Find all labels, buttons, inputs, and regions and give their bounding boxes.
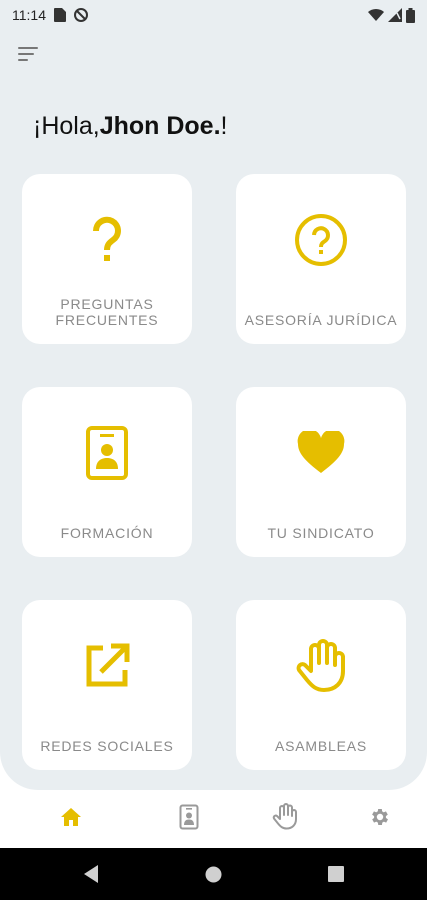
home-icon <box>60 807 82 832</box>
card-label: FORMACIÓN <box>60 525 154 541</box>
wifi-icon <box>368 8 384 22</box>
battery-icon <box>406 7 415 23</box>
card-label: REDES SOCIALES <box>40 738 174 754</box>
gear-icon <box>369 806 391 833</box>
question-mark-icon <box>79 212 135 268</box>
hand-icon <box>272 803 298 835</box>
card-label: ASESORÍA JURÍDICA <box>244 312 398 328</box>
main-panel: ¡Hola,Jhon Doe.! PREGUNTAS FRECUENTES AS… <box>0 30 427 790</box>
signal-icon <box>388 8 402 22</box>
heart-icon <box>293 425 349 481</box>
bottom-navigation <box>0 790 427 848</box>
menu-icon-line <box>18 47 38 49</box>
external-link-icon <box>79 638 135 694</box>
card-asambleas[interactable]: ASAMBLEAS <box>236 600 406 770</box>
card-asesoria-juridica[interactable]: ASESORÍA JURÍDICA <box>236 174 406 344</box>
nav-home-button[interactable] <box>56 804 86 834</box>
nav-asambleas-button[interactable] <box>270 803 300 835</box>
card-label: ASAMBLEAS <box>274 738 367 754</box>
card-preguntas-frecuentes[interactable]: PREGUNTAS FRECUENTES <box>22 174 192 344</box>
system-navigation-bar <box>0 848 427 900</box>
card-tu-sindicato[interactable]: TU SINDICATO <box>236 387 406 557</box>
system-home-button[interactable] <box>205 866 222 888</box>
nav-formacion-button[interactable] <box>174 804 204 834</box>
greeting: ¡Hola,Jhon Doe.! <box>33 112 227 141</box>
do-not-disturb-icon <box>74 8 88 22</box>
menu-button[interactable] <box>18 47 44 69</box>
card-redes-sociales[interactable]: REDES SOCIALES <box>22 600 192 770</box>
system-recents-button[interactable] <box>328 866 344 887</box>
status-time: 11:14 <box>12 7 46 23</box>
card-label: TU SINDICATO <box>267 525 375 541</box>
greeting-suffix: ! <box>220 112 228 140</box>
status-bar: 11:14 <box>0 0 427 30</box>
card-formacion[interactable]: FORMACIÓN <box>22 387 192 557</box>
nav-settings-button[interactable] <box>365 804 395 834</box>
question-circle-icon <box>293 212 349 268</box>
id-badge-icon <box>79 425 135 481</box>
card-label: PREGUNTAS FRECUENTES <box>55 296 159 328</box>
greeting-prefix: ¡Hola, <box>33 112 100 140</box>
user-name: Jhon Doe. <box>99 112 221 140</box>
system-back-button[interactable] <box>82 864 100 889</box>
hand-icon <box>293 638 349 694</box>
menu-icon-line <box>18 59 28 61</box>
sim-card-icon <box>54 8 66 22</box>
menu-icon-line <box>18 53 34 55</box>
id-badge-icon <box>179 804 199 835</box>
